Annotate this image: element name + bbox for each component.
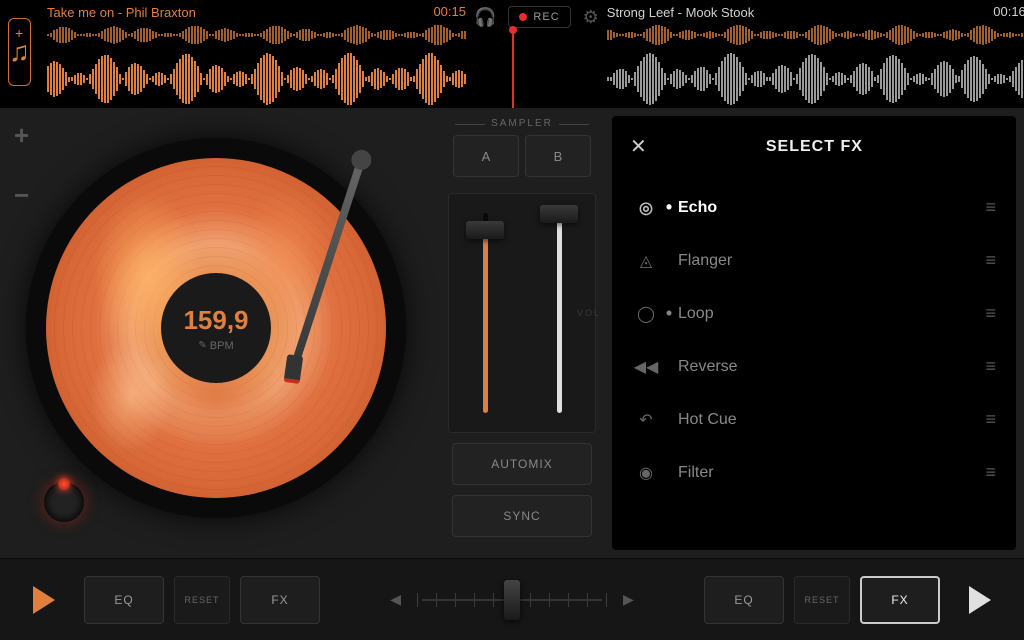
crossfader-left-icon[interactable]: ◀ bbox=[384, 585, 407, 614]
fx-name: Loop bbox=[678, 305, 985, 323]
crossfader-right-icon[interactable]: ▶ bbox=[617, 585, 640, 614]
track-time-left: 00:15 bbox=[433, 4, 466, 19]
record-label: REC bbox=[533, 11, 559, 23]
track-title-left: Take me on - Phil Braxton bbox=[47, 5, 196, 20]
drag-handle-icon[interactable]: ≡ bbox=[985, 250, 996, 271]
fx-item-reverse[interactable]: ◀◀ Reverse≡ bbox=[622, 340, 1006, 393]
volume-fader-left[interactable] bbox=[463, 203, 507, 423]
pitch-down-button[interactable]: − bbox=[14, 180, 29, 211]
fx-type-icon: ◯ bbox=[632, 304, 660, 324]
play-icon bbox=[969, 586, 991, 614]
fx-item-loop[interactable]: ◯•Loop≡ bbox=[622, 287, 1006, 340]
track-info-right: Strong Leef - Mook Stook 00:16 bbox=[599, 0, 1024, 108]
vinyl-disc[interactable]: 159,9 BPM bbox=[46, 158, 386, 498]
volume-fader-right[interactable] bbox=[537, 203, 581, 423]
mixer-center: SAMPLER A B VOL AUTOMIX SYNC bbox=[432, 108, 612, 558]
fx-right-button[interactable]: FX bbox=[860, 576, 940, 624]
sampler-label: SAMPLER bbox=[491, 118, 553, 129]
playhead-marker[interactable] bbox=[512, 30, 514, 108]
reset-left-button[interactable]: RESET bbox=[174, 576, 230, 624]
fx-type-icon: ◎ bbox=[632, 198, 660, 218]
play-icon bbox=[33, 586, 55, 614]
sampler-a-button[interactable]: A bbox=[453, 135, 519, 177]
vinyl-center-label[interactable]: 159,9 BPM bbox=[161, 273, 271, 383]
record-dot-icon bbox=[519, 13, 527, 21]
waveform-left[interactable] bbox=[47, 24, 466, 110]
automix-button[interactable]: AUTOMIX bbox=[452, 443, 592, 485]
track-title-right: Strong Leef - Mook Stook bbox=[607, 5, 754, 20]
deck-knob[interactable] bbox=[44, 482, 84, 522]
fx-item-flanger[interactable]: ◬ Flanger≡ bbox=[622, 234, 1006, 287]
pitch-up-button[interactable]: + bbox=[14, 120, 29, 151]
track-time-right: 00:16 bbox=[993, 4, 1024, 19]
fx-panel: ✕ SELECT FX ◎•Echo≡◬Flanger≡◯•Loop≡◀◀Rev… bbox=[612, 116, 1016, 550]
turntable[interactable]: 159,9 BPM bbox=[26, 138, 406, 518]
fx-type-icon: ◬ bbox=[632, 251, 660, 271]
fx-active-dot: • bbox=[660, 197, 678, 218]
fx-type-icon: ◉ bbox=[632, 463, 660, 483]
bpm-label: BPM bbox=[198, 340, 233, 352]
drag-handle-icon[interactable]: ≡ bbox=[985, 409, 996, 430]
settings-icon[interactable]: ⚙ bbox=[583, 7, 599, 28]
volume-faders: VOL bbox=[448, 193, 596, 433]
fx-active-dot: • bbox=[660, 303, 678, 324]
fx-name: Hot Cue bbox=[678, 411, 985, 429]
drag-handle-icon[interactable]: ≡ bbox=[985, 462, 996, 483]
fader-handle-right[interactable] bbox=[540, 205, 578, 223]
headphones-icon[interactable]: 🎧 bbox=[474, 7, 496, 28]
fader-handle-left[interactable] bbox=[466, 221, 504, 239]
reset-right-button[interactable]: RESET bbox=[794, 576, 850, 624]
eq-right-button[interactable]: EQ bbox=[704, 576, 784, 624]
fx-left-button[interactable]: FX bbox=[240, 576, 320, 624]
drag-handle-icon[interactable]: ≡ bbox=[985, 197, 996, 218]
fx-type-icon: ◀◀ bbox=[632, 357, 660, 377]
close-icon[interactable]: ✕ bbox=[622, 130, 655, 163]
bpm-value: 159,9 bbox=[183, 305, 248, 336]
sampler-b-button[interactable]: B bbox=[525, 135, 591, 177]
fx-name: Flanger bbox=[678, 252, 985, 270]
fx-type-icon: ↶ bbox=[632, 410, 660, 430]
fx-name: Reverse bbox=[678, 358, 985, 376]
crossfader-handle[interactable] bbox=[504, 580, 520, 620]
fx-name: Echo bbox=[678, 199, 985, 217]
fx-item-hot-cue[interactable]: ↶ Hot Cue≡ bbox=[622, 393, 1006, 446]
fx-item-filter[interactable]: ◉ Filter≡ bbox=[622, 446, 1006, 499]
add-track-left-button[interactable]: + ♫ bbox=[8, 18, 31, 86]
play-left-button[interactable] bbox=[14, 573, 74, 627]
fx-item-echo[interactable]: ◎•Echo≡ bbox=[622, 181, 1006, 234]
play-right-button[interactable] bbox=[950, 573, 1010, 627]
drag-handle-icon[interactable]: ≡ bbox=[985, 303, 996, 324]
deck-left: + − 159,9 BPM bbox=[0, 108, 432, 558]
plus-icon: + bbox=[15, 25, 23, 41]
track-info-left: Take me on - Phil Braxton 00:15 bbox=[39, 0, 474, 108]
waveform-right[interactable] bbox=[607, 24, 1024, 110]
sync-button[interactable]: SYNC bbox=[452, 495, 592, 537]
fx-panel-title: SELECT FX bbox=[655, 138, 974, 156]
drag-handle-icon[interactable]: ≡ bbox=[985, 356, 996, 377]
crossfader[interactable] bbox=[417, 585, 607, 615]
eq-left-button[interactable]: EQ bbox=[84, 576, 164, 624]
fx-name: Filter bbox=[678, 464, 985, 482]
record-button[interactable]: REC bbox=[508, 6, 570, 28]
